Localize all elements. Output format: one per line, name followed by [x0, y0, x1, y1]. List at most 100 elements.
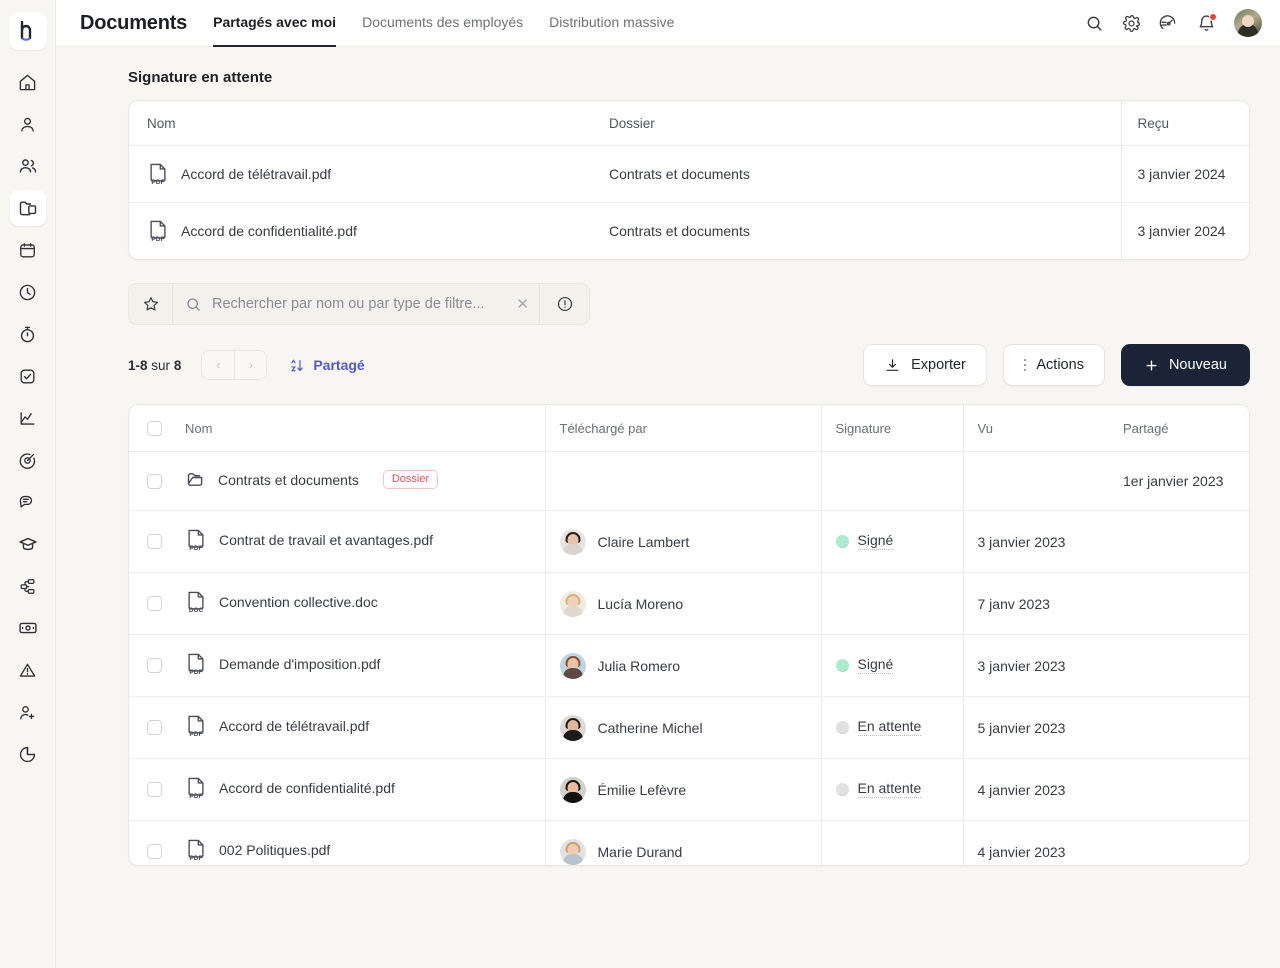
sidebar-item-profile[interactable]	[10, 106, 46, 142]
table-row[interactable]: Contrats et documents Dossier 1er janvie…	[129, 451, 1249, 511]
svg-text:PDF: PDF	[189, 855, 202, 862]
sidebar-item-goals[interactable]	[10, 442, 46, 478]
next-page-button[interactable]: ›	[234, 351, 267, 379]
signature-cell: Signé	[820, 634, 963, 697]
checkbox-task-icon	[20, 368, 35, 384]
table-row[interactable]: PDF Accord de confidentialité.pdf Contra…	[129, 202, 1249, 260]
pdf-file-icon: PDF	[150, 163, 166, 186]
table-row[interactable]: PDF Accord de télétravail.pdf Catherine …	[129, 696, 1249, 759]
table-row[interactable]: DOC Convention collective.doc Lucía More…	[129, 572, 1249, 635]
svg-text:DOC: DOC	[189, 607, 204, 614]
sidebar-item-recruiting[interactable]	[10, 694, 46, 730]
document-name: Accord de télétravail.pdf	[219, 718, 370, 734]
row-checkbox[interactable]	[147, 844, 162, 859]
tab-employee-documents[interactable]: Documents des employés	[362, 0, 523, 47]
export-label: Exporter	[911, 357, 966, 373]
col-header-name: Nom	[129, 101, 609, 146]
export-button[interactable]: Exporter	[863, 344, 987, 386]
status-badge: En attente	[857, 780, 922, 799]
top-bar-actions	[1085, 9, 1262, 37]
document-name-cell: PDF Accord de télétravail.pdf	[185, 696, 545, 759]
prev-page-button[interactable]: ‹	[202, 351, 235, 379]
uploader-cell: Lucía Moreno	[544, 572, 821, 635]
logo-h-icon	[20, 20, 31, 41]
pending-file-name: Accord de télétravail.pdf	[181, 166, 332, 182]
actions-button[interactable]: Actions	[1002, 344, 1105, 386]
uploader-name: Claire Lambert	[597, 533, 690, 550]
tab-mass-distribution[interactable]: Distribution massive	[549, 0, 674, 47]
app-root: Documents Partagés avec moi Documents de…	[0, 0, 1280, 968]
table-row[interactable]: PDF Contrat de travail et avantages.pdf …	[129, 510, 1249, 573]
star-icon[interactable]	[129, 284, 173, 324]
alert-triangle-icon	[19, 663, 36, 677]
row-checkbox[interactable]	[147, 720, 162, 735]
sidebar-item-time[interactable]	[10, 274, 46, 310]
uploader-cell: Émilie Lefèvre	[544, 758, 821, 821]
signature-cell	[820, 572, 963, 635]
row-checkbox[interactable]	[147, 473, 162, 489]
sort-button[interactable]: Partagé	[289, 357, 365, 374]
sidebar-item-calendar[interactable]	[10, 232, 46, 268]
row-checkbox[interactable]	[147, 658, 162, 673]
col-header-folder: Dossier	[609, 101, 1121, 146]
search-icon[interactable]	[1085, 14, 1104, 33]
row-select-cell	[129, 758, 185, 821]
sidebar-item-alerts[interactable]	[10, 652, 46, 688]
sidebar-item-workflow[interactable]	[10, 568, 46, 604]
pending-folder: Contrats et documents	[609, 145, 1121, 203]
row-checkbox[interactable]	[147, 596, 162, 611]
sort-label: Partagé	[313, 357, 365, 373]
shared-cell: 1er janvier 2023	[1109, 451, 1249, 511]
pagination-controls: ‹ ›	[201, 350, 268, 380]
sidebar-item-payroll[interactable]	[10, 610, 46, 646]
pagination-count: 1-8 sur 8	[128, 358, 181, 373]
tab-shared-with-me[interactable]: Partagés avec moi	[213, 0, 337, 47]
folder-documents-icon	[19, 201, 36, 216]
select-all-checkbox[interactable]	[147, 421, 162, 436]
target-icon	[19, 452, 36, 469]
app-logo[interactable]	[8, 12, 47, 50]
pending-signature-table: Nom Dossier Reçu PDF Accord de télétrava…	[129, 101, 1249, 259]
sidebar-item-messages[interactable]	[10, 484, 46, 520]
col-header-name: Nom	[185, 405, 545, 452]
col-header-received: Reçu	[1120, 101, 1249, 146]
workflow-icon	[20, 578, 35, 594]
sidebar-item-learning[interactable]	[10, 526, 46, 562]
doc-file-icon: DOC	[188, 591, 204, 614]
speedometer-icon[interactable]	[1159, 13, 1179, 33]
status-badge: En attente	[857, 718, 922, 737]
pending-file-cell: PDF Accord de confidentialité.pdf	[129, 203, 609, 260]
signature-cell: Signé	[820, 510, 963, 573]
sidebar-item-people[interactable]	[10, 148, 46, 184]
document-name-cell: DOC Convention collective.doc	[185, 572, 545, 635]
sort-az-icon	[291, 359, 303, 371]
row-checkbox[interactable]	[147, 782, 162, 797]
table-row[interactable]: PDF Demande d'imposition.pdf Julia Romer…	[129, 634, 1249, 697]
select-all-header	[129, 405, 185, 452]
pdf-file-icon: PDF	[188, 715, 204, 738]
new-button[interactable]: Nouveau	[1120, 344, 1250, 386]
info-circle-icon[interactable]	[539, 284, 589, 324]
sidebar-item-tasks[interactable]	[10, 358, 46, 394]
document-name: Contrats et documents	[218, 471, 359, 488]
sidebar-item-timetracking[interactable]	[10, 316, 46, 352]
row-checkbox[interactable]	[147, 534, 162, 549]
search-input[interactable]	[212, 296, 507, 312]
row-select-cell	[129, 820, 185, 865]
user-avatar[interactable]	[1234, 9, 1262, 37]
sidebar-item-home[interactable]	[10, 64, 46, 100]
clear-search-icon[interactable]: ✕	[516, 295, 529, 313]
table-row[interactable]: PDF Accord de télétravail.pdf Contrats e…	[129, 145, 1249, 203]
sidebar-item-reports[interactable]	[10, 736, 46, 772]
status-badge: Signé	[857, 656, 894, 675]
signature-cell: En attente	[820, 758, 963, 821]
pdf-file-icon: PDF	[188, 529, 204, 552]
bell-icon[interactable]	[1197, 12, 1217, 33]
sidebar-item-analytics[interactable]	[10, 400, 46, 436]
table-row[interactable]: PDF Accord de confidentialité.pdf Émilie…	[129, 758, 1249, 821]
sidebar-item-documents[interactable]	[9, 190, 46, 226]
status-dot-pending	[835, 782, 849, 796]
table-row[interactable]: PDF 002 Politiques.pdf Marie Durand 4 ja…	[129, 820, 1249, 865]
shared-cell	[1109, 758, 1249, 821]
gear-icon[interactable]	[1122, 14, 1141, 33]
